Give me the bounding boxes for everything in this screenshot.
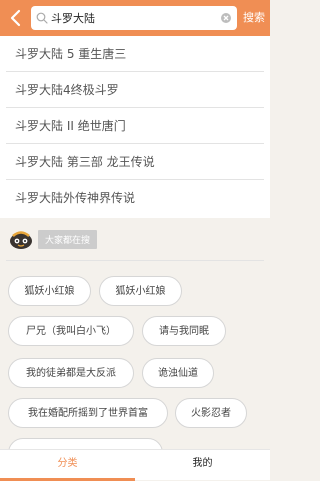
suggestion-item[interactable]: 斗罗大陆 第三部 龙王传说 [0,144,270,180]
search-box [31,6,237,30]
close-icon [223,15,229,21]
hot-search-header: 大家都在搜 [8,228,98,250]
search-button[interactable]: 搜索 [238,0,270,36]
hot-tag[interactable]: 尸兄（我叫白小飞） [8,316,134,346]
suggestion-item[interactable]: 斗罗大陆 II 绝世唐门 [0,108,270,144]
back-button[interactable] [4,6,26,30]
tab-mine[interactable]: 我的 [135,450,270,480]
suggestion-item[interactable]: 斗罗大陆4终极斗罗 [0,72,270,108]
suggestion-item[interactable]: 斗罗大陆外传神界传说 [0,180,270,216]
top-bar: 搜索 [0,0,270,36]
suggestion-list: 斗罗大陆 5 重生唐三 斗罗大陆4终极斗罗 斗罗大陆 II 绝世唐门 斗罗大陆 … [0,36,270,218]
suggestion-item[interactable]: 斗罗大陆 5 重生唐三 [0,36,270,72]
bottom-tab-bar: 分类 我的 [0,449,270,481]
search-icon [36,12,48,24]
back-arrow-icon [10,9,21,27]
hot-tag[interactable]: 狐妖小红娘 [99,276,182,306]
clear-input-button[interactable] [221,13,231,23]
hot-tag[interactable]: 我在婚配所摇到了世界首富 [8,398,168,428]
hot-tag[interactable]: 请与我同眠 [142,316,226,346]
hot-search-label: 大家都在搜 [38,229,98,249]
divider [6,260,264,261]
hot-tag[interactable]: 诡浊仙道 [142,358,214,388]
tab-category[interactable]: 分类 [0,450,135,481]
hot-tag[interactable]: 我的徒弟都是大反派 [8,358,134,388]
hot-tag[interactable]: 火影忍者 [175,398,247,428]
search-input[interactable] [51,9,211,27]
mascot-icon [10,231,32,249]
hot-tag[interactable]: 狐妖小红娘 [8,276,91,306]
